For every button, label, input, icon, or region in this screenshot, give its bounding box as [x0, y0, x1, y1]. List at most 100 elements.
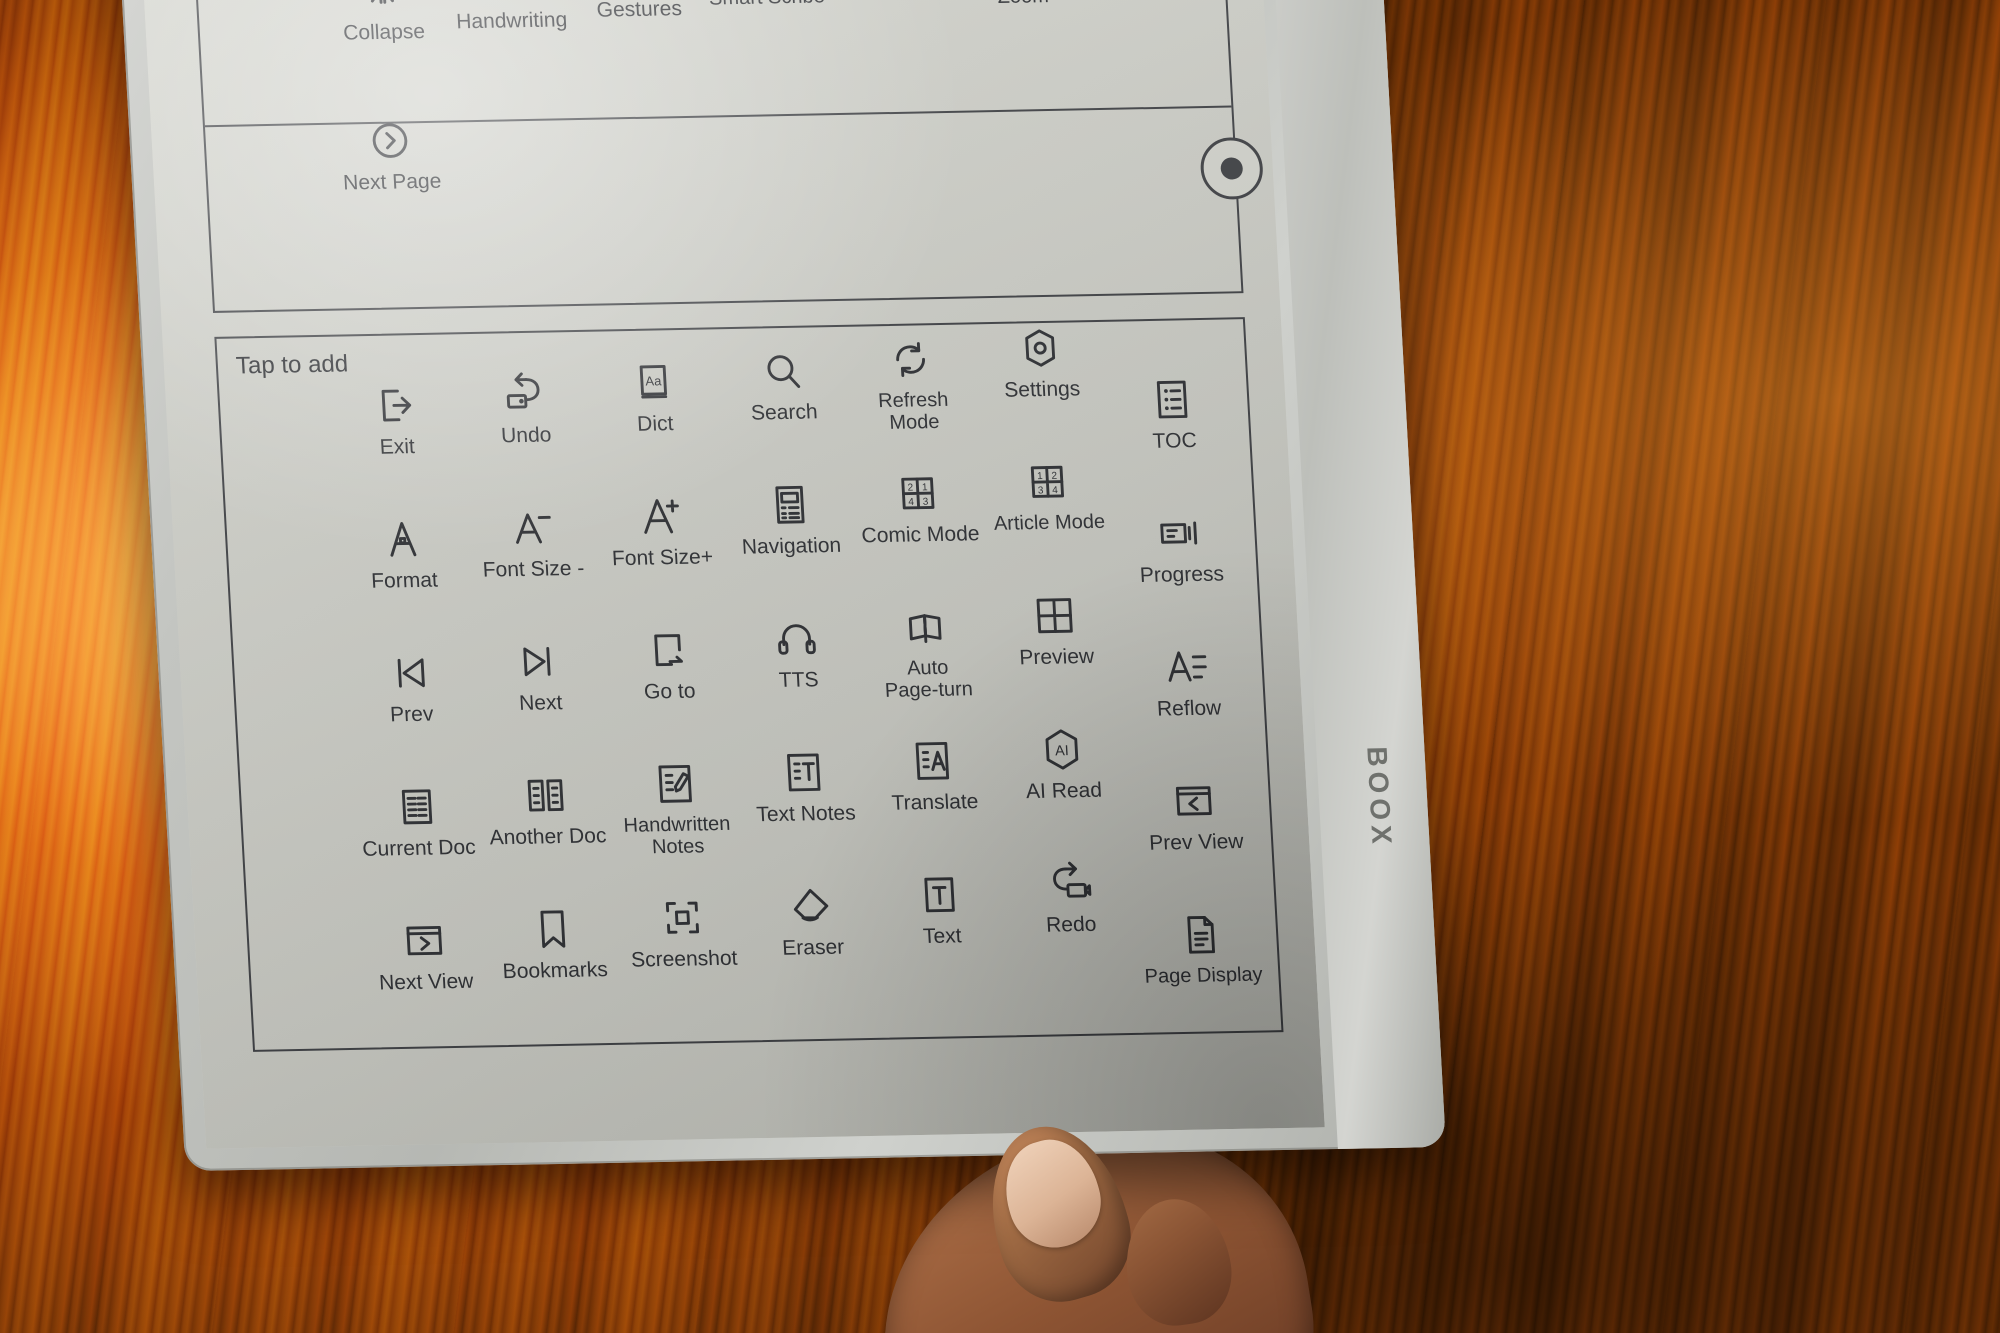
function-item-search[interactable]: Search — [716, 347, 853, 483]
function-item-label: Collapse — [342, 20, 426, 45]
function-item-label: Handwriting — [455, 8, 568, 34]
function-item-format[interactable]: Format — [336, 515, 473, 651]
function-item-go-to[interactable]: Go to — [602, 626, 739, 762]
handwritten-notes-icon — [651, 760, 700, 807]
function-item-label: Format — [370, 568, 439, 593]
function-item-progress[interactable]: Progress — [1114, 509, 1251, 645]
function-item-label: Gestures — [596, 0, 683, 22]
function-item-label: Preview — [1018, 644, 1095, 670]
function-item-label: Next Page — [342, 169, 442, 195]
function-item-preview[interactable]: Preview — [989, 591, 1126, 727]
function-item-label: Next View — [378, 969, 474, 995]
function-item-eraser[interactable]: Eraser — [745, 882, 882, 1018]
function-item-settings[interactable]: Settings — [974, 324, 1111, 460]
function-item-gestures[interactable]: Gestures — [572, 0, 708, 96]
tap-to-add-panel: Tap to add Exit Undo Aa Dict Search Refresh M… — [214, 317, 1284, 1052]
function-item-prev[interactable]: Prev — [344, 649, 481, 785]
function-item-auto-page-turn[interactable]: Auto Page-turn — [860, 603, 997, 739]
eraser-icon — [787, 883, 836, 930]
svg-text:4: 4 — [1052, 485, 1059, 496]
exit-icon — [371, 382, 420, 429]
function-item-label: Marquee Zoom — [982, 0, 1063, 8]
page-display-icon — [1177, 911, 1226, 958]
function-item-label: Reflow — [1156, 696, 1222, 721]
function-item-font-size[interactable]: Font Size+ — [594, 492, 731, 628]
function-item-translate[interactable]: Translate — [867, 737, 1004, 873]
svg-text:1: 1 — [1037, 471, 1044, 482]
function-item-tts[interactable]: TTS — [731, 614, 868, 750]
format-a-icon — [378, 516, 427, 563]
function-item-navigation[interactable]: Navigation — [723, 481, 860, 617]
screenshot-icon — [658, 894, 707, 941]
function-item-label: Current Doc — [361, 835, 477, 861]
function-item-font-size[interactable]: Font Size - — [465, 504, 602, 640]
function-item-label: Go to — [643, 679, 697, 704]
function-item-dict[interactable]: Aa Dict — [587, 358, 724, 494]
function-item-label: Text — [922, 924, 963, 949]
function-item-smart-scribe[interactable]: AISmart Scribe — [699, 0, 835, 85]
current-doc-icon — [393, 783, 442, 830]
toc-icon — [1148, 376, 1197, 423]
function-item-another-doc[interactable]: Another Doc — [480, 771, 617, 907]
gear-hex-icon — [1016, 325, 1065, 372]
function-item-label: Settings — [1003, 377, 1081, 402]
function-item-toc[interactable]: TOC — [1106, 375, 1243, 511]
function-item-label: Next — [518, 691, 563, 715]
function-item-comic-mode[interactable]: 2 1 4 3 Comic Mode — [852, 469, 989, 605]
svg-text:1: 1 — [922, 482, 929, 493]
function-item-label: Prev — [389, 702, 434, 727]
function-item-label: Text Notes — [755, 801, 857, 827]
function-item-marquee-zoom[interactable]: Marquee Zoom — [954, 0, 1090, 62]
function-item-ai-read[interactable]: AI AI Read — [996, 725, 1133, 861]
ai-read-icon: AI — [1037, 726, 1086, 773]
function-item-refresh-mode[interactable]: Refresh Mode — [845, 335, 982, 471]
function-item-bookmarks[interactable]: Bookmarks — [487, 905, 624, 1041]
index-finger — [1117, 1192, 1239, 1332]
function-item-label: Undo — [500, 423, 553, 448]
function-item-undo[interactable]: Undo — [458, 370, 595, 506]
function-item-label: Progress — [1139, 562, 1225, 588]
refresh-icon — [887, 336, 936, 383]
function-item-article-mode[interactable]: 1 2 3 4 Article Mode — [981, 458, 1118, 594]
function-item-label: Auto Page-turn — [884, 656, 974, 702]
function-item-label: Handwritten Notes — [623, 812, 731, 858]
thumbnail — [993, 1129, 1112, 1259]
search-icon — [758, 348, 807, 395]
dictionary-icon: Aa — [629, 359, 678, 406]
progress-icon — [1155, 510, 1204, 557]
function-item-exit[interactable]: Exit — [329, 381, 466, 517]
photo-scene: BOOX Customize Function Bar Tap to remov… — [0, 0, 2000, 1333]
svg-text:2: 2 — [908, 483, 915, 494]
function-item-label: Prev View — [1148, 829, 1245, 855]
function-item-next-page[interactable]: Next Page — [325, 116, 461, 268]
remove-items-grid: Collapse Handwriting Gestures AISmart Scrib… — [194, 0, 1242, 311]
svg-text:Aa: Aa — [645, 373, 662, 388]
function-item-screenshot[interactable]: Screenshot — [616, 893, 753, 1029]
svg-text:2: 2 — [1051, 471, 1058, 482]
article-mode-icon: 1234 — [1023, 458, 1072, 505]
function-item-menu[interactable]: Menu — [827, 0, 963, 73]
function-item-next-view[interactable]: Next View — [358, 916, 495, 1052]
translate-icon — [909, 738, 958, 785]
function-item-label: Refresh Mode — [877, 388, 949, 434]
function-item-label: Dict — [636, 412, 674, 436]
function-item-collapse[interactable]: Collapse — [317, 0, 453, 119]
prev-view-icon — [1170, 778, 1219, 825]
navigation-icon — [765, 481, 814, 528]
function-item-text-notes[interactable]: Text Notes — [738, 748, 875, 884]
function-item-reflow[interactable]: Reflow — [1121, 643, 1258, 779]
reflow-icon — [1163, 644, 1212, 691]
function-item-handwritten-notes[interactable]: Handwritten Notes — [609, 760, 746, 896]
function-item-current-doc[interactable]: Current Doc — [351, 783, 488, 919]
svg-text:3: 3 — [923, 497, 930, 508]
function-item-handwriting[interactable]: Handwriting — [444, 0, 580, 107]
function-item-label: TOC — [1152, 429, 1198, 453]
next-icon — [514, 638, 563, 685]
svg-text:AI: AI — [1055, 743, 1069, 759]
function-item-prev-view[interactable]: Prev View — [1128, 777, 1265, 913]
function-item-prev-page[interactable]: Prev Page — [1082, 0, 1218, 50]
comic-mode-icon: 2143 — [894, 470, 943, 517]
function-item-label: Screenshot — [630, 946, 739, 972]
function-item-next[interactable]: Next — [473, 637, 610, 773]
add-items-grid: Exit Undo Aa Dict Search Refresh Mode Settings… — [216, 319, 1281, 1050]
